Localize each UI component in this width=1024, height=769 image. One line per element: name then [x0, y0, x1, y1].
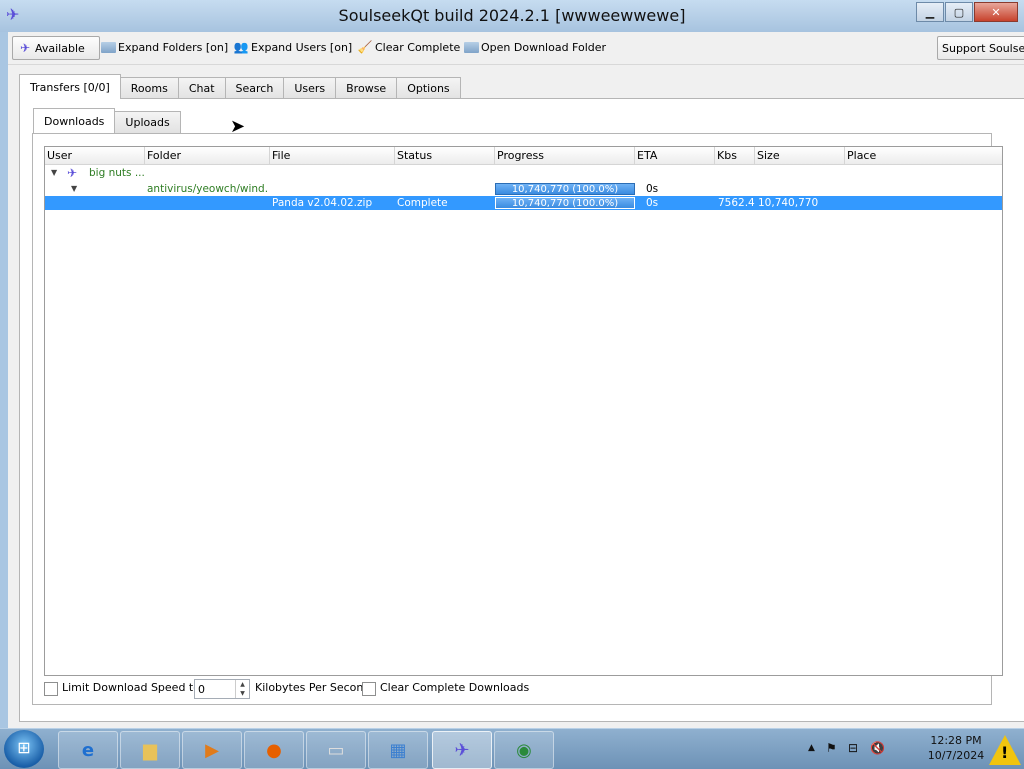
downloads-tree[interactable]: User Folder File Status Progress ETA Kbs…: [44, 146, 1003, 676]
tab-browse[interactable]: Browse: [335, 77, 398, 99]
bird-icon: ✈: [67, 166, 78, 180]
clock[interactable]: 12:28 PM 10/7/2024: [926, 733, 986, 763]
folder-row[interactable]: ▼ antivirus/yeowch/wind... 10,740,770 (1…: [45, 182, 1002, 196]
folder-icon: [101, 41, 116, 53]
title-bar[interactable]: ✈ SoulseekQt build 2024.2.1 [wwweewwewe]…: [0, 0, 1024, 32]
column-progress[interactable]: Progress: [495, 147, 635, 164]
tab-transfers[interactable]: Transfers [0/0]: [19, 74, 121, 99]
expand-users-button[interactable]: 👥 Expand Users [on]: [229, 36, 356, 58]
column-eta[interactable]: ETA: [635, 147, 715, 164]
bird-icon: ✈: [19, 41, 31, 55]
tab-uploads[interactable]: Uploads: [114, 111, 181, 133]
open-download-folder-label: Open Download Folder: [481, 40, 607, 54]
transfers-page: Downloads Uploads User Folder File Statu…: [19, 98, 1024, 722]
expand-folders-label: Expand Folders [on]: [118, 40, 229, 54]
start-button[interactable]: ⊞: [4, 730, 44, 768]
kbs-value: 7562.4: [718, 197, 755, 209]
clock-date: 10/7/2024: [927, 749, 985, 762]
maximize-button[interactable]: ▢: [945, 2, 973, 22]
kbps-label: Kilobytes Per Second: [255, 681, 371, 694]
file-explorer-icon[interactable]: ▆: [120, 731, 180, 769]
network-icon[interactable]: ⊟: [848, 741, 858, 755]
close-button[interactable]: ✕: [974, 2, 1018, 22]
progress-bar: 10,740,770 (100.0%): [495, 183, 635, 195]
limit-speed-label: Limit Download Speed to: [62, 681, 200, 694]
windows-logo-icon: ⊞: [17, 738, 31, 757]
tab-users[interactable]: Users: [283, 77, 337, 99]
file-row[interactable]: Panda v2.04.02.zip Complete 10,740,770 (…: [45, 196, 1002, 210]
folder-icon: [464, 41, 479, 53]
internet-explorer-icon[interactable]: e: [58, 731, 118, 769]
app-window: ✈ SoulseekQt build 2024.2.1 [wwweewwewe]…: [0, 0, 1024, 728]
action-center-flag-icon[interactable]: ⚑: [826, 741, 837, 755]
control-panel-icon[interactable]: ▦: [368, 731, 428, 769]
firefox-icon[interactable]: ●: [244, 731, 304, 769]
eta-value: 0s: [646, 183, 659, 195]
support-label: Support Soulseek: [942, 41, 1024, 55]
file-name: Panda v2.04.02.zip: [272, 197, 373, 209]
speed-limit-stepper[interactable]: ▲▼: [194, 679, 250, 699]
volume-muted-icon[interactable]: 🔇: [870, 741, 885, 755]
transfer-subtabs: Downloads Uploads: [33, 108, 181, 133]
column-status[interactable]: Status: [395, 147, 495, 164]
network-globe-icon[interactable]: ◉: [494, 731, 554, 769]
column-user[interactable]: User: [45, 147, 145, 164]
warning-icon[interactable]: !: [988, 731, 1022, 765]
tab-options[interactable]: Options: [396, 77, 461, 99]
toolbar: ✈ Available Expand Folders [on] 👥 Expand…: [8, 32, 1024, 65]
stepper-arrows-icon[interactable]: ▲ ▼: [235, 680, 249, 698]
available-button[interactable]: ✈ Available: [12, 36, 100, 60]
tab-rooms[interactable]: Rooms: [119, 77, 179, 99]
column-place[interactable]: Place: [845, 147, 1002, 164]
mouse-cursor-icon: ➤: [230, 116, 246, 137]
tab-chat[interactable]: Chat: [177, 77, 226, 99]
collapse-arrow-icon[interactable]: ▼: [71, 182, 77, 196]
folder-path: antivirus/yeowch/wind...: [147, 183, 267, 195]
column-file[interactable]: File: [270, 147, 395, 164]
status-value: Complete: [397, 197, 448, 209]
open-download-folder-button[interactable]: Open Download Folder: [460, 36, 610, 58]
tab-search[interactable]: Search: [224, 77, 285, 99]
downloads-page: User Folder File Status Progress ETA Kbs…: [32, 133, 1003, 705]
window-title: SoulseekQt build 2024.2.1 [wwweewwewe]: [338, 6, 686, 25]
user-row[interactable]: ▼ ✈ big nuts ...: [45, 166, 1002, 180]
show-hidden-icons-icon[interactable]: ▲: [808, 743, 815, 753]
clock-time: 12:28 PM: [930, 734, 982, 747]
progress-bar: 10,740,770 (100.0%): [495, 197, 635, 209]
soulseek-taskbar-icon[interactable]: ✈: [432, 731, 492, 769]
clear-complete-downloads-checkbox[interactable]: [362, 682, 376, 696]
column-folder[interactable]: Folder: [145, 147, 270, 164]
available-label: Available: [35, 41, 85, 55]
eta-value: 0s: [646, 197, 659, 209]
expand-users-label: Expand Users [on]: [251, 40, 353, 54]
client-area: ✈ Available Expand Folders [on] 👥 Expand…: [8, 32, 1024, 728]
clear-complete-label: Clear Complete: [375, 40, 461, 54]
main-tabs: Transfers [0/0] Rooms Chat Search Users …: [19, 74, 461, 99]
column-size[interactable]: Size: [755, 147, 845, 164]
tab-downloads[interactable]: Downloads: [33, 108, 116, 133]
download-options: Limit Download Speed to ▲▼ Kilobytes Per…: [44, 679, 984, 699]
limit-speed-checkbox[interactable]: [44, 682, 58, 696]
system-tray: ▲ ⚑ ⊟ 🔇 12:28 PM 10/7/2024 !: [794, 729, 1024, 769]
table-header: User Folder File Status Progress ETA Kbs…: [45, 147, 1002, 165]
taskbar: ⊞ e ▆ ▶ ● ▭ ▦ ✈ ◉ ▲ ⚑ ⊟ 🔇 12:28 PM 10/7/…: [0, 728, 1024, 769]
column-kbs[interactable]: Kbs: [715, 147, 755, 164]
users-icon: 👥: [233, 40, 249, 54]
drive-icon[interactable]: ▭: [306, 731, 366, 769]
media-player-icon[interactable]: ▶: [182, 731, 242, 769]
size-value: 10,740,770: [758, 197, 819, 209]
collapse-arrow-icon[interactable]: ▼: [51, 166, 57, 180]
support-soulseek-button[interactable]: Support Soulseek: [937, 36, 1024, 60]
clear-complete-downloads-label: Clear Complete Downloads: [380, 681, 530, 694]
clear-complete-button[interactable]: 🧹 Clear Complete: [353, 36, 464, 58]
broom-icon: 🧹: [357, 40, 373, 54]
minimize-button[interactable]: ▁: [916, 2, 944, 22]
user-name: big nuts ...: [89, 167, 145, 179]
expand-folders-button[interactable]: Expand Folders [on]: [97, 36, 232, 58]
